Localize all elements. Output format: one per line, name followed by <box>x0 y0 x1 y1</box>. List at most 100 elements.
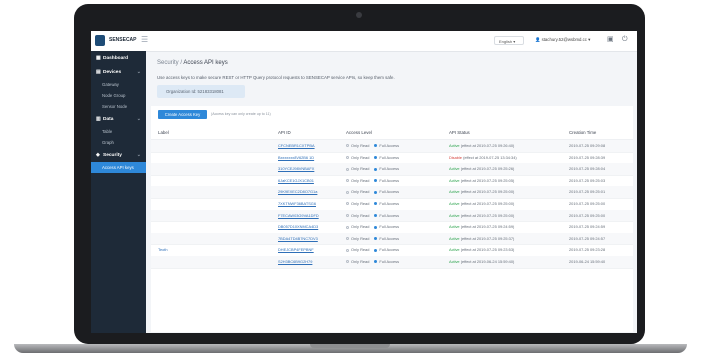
only-read-radio[interactable] <box>346 248 349 252</box>
language-select[interactable]: English ▾ <box>494 36 524 45</box>
sidebar-item-graph[interactable]: Graph <box>91 137 146 148</box>
sidebar-item-node-group[interactable]: Node Group <box>91 90 146 101</box>
access-option-label: Only Read <box>351 259 370 264</box>
breadcrumb-parent[interactable]: Security <box>157 60 179 66</box>
access-option-label: Only Read <box>351 212 370 218</box>
logout-icon[interactable]: ⏻ <box>622 36 628 44</box>
access-option-label: Only Read <box>351 154 370 160</box>
sidebar-item-table[interactable]: Table <box>91 126 146 137</box>
full-access-radio[interactable] <box>374 144 378 148</box>
full-access-radio[interactable] <box>374 214 378 218</box>
api-status: Active (effect at 2019-07-25 09:26:40) <box>449 143 514 148</box>
full-access-radio[interactable] <box>374 202 378 206</box>
chevron-down-icon: ⌄ <box>136 69 141 75</box>
sidebar-item-security[interactable]: ◈ Security ⌄ <box>91 148 146 162</box>
sidebar-item-devices[interactable]: ▤ Devices ⌄ <box>91 65 146 79</box>
api-id-link[interactable]: DHEJCBP4FEPBNF <box>278 247 314 252</box>
sidebar-item-data[interactable]: ▥ Data ⌄ <box>91 112 146 126</box>
sidebar-item-dashboard[interactable]: ▦ Dashboard <box>91 51 146 65</box>
status-badge[interactable]: Active <box>449 178 460 183</box>
status-badge[interactable]: Active <box>449 224 460 229</box>
brand-logo-icon[interactable] <box>95 35 105 46</box>
user-menu[interactable]: 👤 stachury.52@wsbmd.cc ▾ <box>535 37 590 43</box>
creation-time: 2019-07-25 09:25:01 <box>569 189 606 195</box>
status-effect-time: (effect at 2019-07-25 09:26:40) <box>460 143 515 148</box>
only-read-radio[interactable] <box>346 144 349 148</box>
access-option-label: Full Access <box>379 201 400 206</box>
api-id-link[interactable]: F7ECAW03G9VA1DFD <box>278 213 319 218</box>
access-option-label: Full Access <box>379 224 400 230</box>
access-option-label: Full Access <box>379 247 400 253</box>
sidebar-item-label: Table <box>102 129 113 134</box>
app-screen: SENSECAP ☰ English ▾ 👤 stachury.52@wsbmd… <box>91 31 637 333</box>
status-badge[interactable]: Active <box>449 201 460 206</box>
api-id-link[interactable]: 7BDA4TD4B7NC7DV3 <box>278 236 318 241</box>
sidebar-item-access-api-keys[interactable]: Access API keys <box>91 162 146 173</box>
full-access-radio[interactable] <box>374 167 378 171</box>
status-badge[interactable]: Active <box>449 166 460 171</box>
sidebar-item-label: Security <box>103 153 122 158</box>
column-header-creation-time: Creation Time <box>569 130 597 135</box>
create-access-key-button[interactable]: Create Access Key <box>158 110 207 119</box>
notification-icon[interactable]: ▣ <box>607 36 614 44</box>
sidebar-item-sensor-node[interactable]: Sensor Node <box>91 101 146 112</box>
sidebar-item-label: Graph <box>102 140 114 145</box>
column-header-api-status: API Status <box>449 130 470 135</box>
status-badge[interactable]: Active <box>449 189 460 194</box>
full-access-radio[interactable] <box>374 190 378 194</box>
full-access-radio[interactable] <box>374 156 378 160</box>
only-read-radio[interactable] <box>346 225 349 229</box>
access-option-label: Only Read <box>351 224 370 230</box>
access-option-label: Only Read <box>351 235 370 241</box>
security-icon: ◈ <box>96 152 100 158</box>
access-option-label: Full Access <box>379 166 400 172</box>
creation-time: 2019-06-24 15:59:40 <box>569 259 606 264</box>
access-option-label: Full Access <box>379 235 400 241</box>
access-level: Only Read Full Access <box>346 224 404 229</box>
access-option-label: Only Read <box>351 189 370 195</box>
laptop-notch <box>310 344 390 348</box>
only-read-radio[interactable] <box>346 237 349 241</box>
api-id-link[interactable]: Bxxxxxxx8V62B6 1D <box>278 155 314 160</box>
only-read-radio[interactable] <box>346 156 349 160</box>
api-id-link[interactable]: S2H3BC6B9G2H79 <box>278 259 312 264</box>
status-badge[interactable]: Disable <box>449 155 462 160</box>
row-label[interactable]: Teoth <box>158 247 168 252</box>
api-status: Active (effect at 2019-07-25 09:24:59) <box>449 224 514 229</box>
status-badge[interactable]: Active <box>449 143 460 148</box>
full-access-radio[interactable] <box>374 248 378 252</box>
sidebar-item-gateway[interactable]: Gateway <box>91 79 146 90</box>
menu-toggle-icon[interactable]: ☰ <box>141 36 148 44</box>
full-access-radio[interactable] <box>374 225 378 229</box>
api-status: Active (effect at 2019-07-25 09:23:53) <box>449 247 514 252</box>
api-status: Active (effect at 2019-07-25 09:25:37) <box>449 236 514 241</box>
access-level: Only Read Full Access <box>346 189 404 194</box>
api-id-link[interactable]: DB057D10XNMCA4D3 <box>278 224 318 229</box>
full-access-radio[interactable] <box>374 179 378 183</box>
full-access-radio[interactable] <box>374 260 378 264</box>
status-effect-time: (effect at 2019-07-25 09:25:00) <box>460 189 515 195</box>
status-badge[interactable]: Active <box>449 247 460 252</box>
only-read-radio[interactable] <box>346 260 349 264</box>
only-read-radio[interactable] <box>346 179 349 183</box>
api-id-link[interactable]: 7XKTNWF36BATSG6 <box>278 201 316 206</box>
api-id-link[interactable]: 6JaKCE1GJX1CB01 <box>278 178 314 183</box>
only-read-radio[interactable] <box>346 202 349 206</box>
status-badge[interactable]: Active <box>449 213 460 218</box>
full-access-radio[interactable] <box>374 237 378 241</box>
api-id-link[interactable]: 29K9EXEC2D8O7G1a <box>278 189 317 194</box>
access-option-label: Only Read <box>351 177 370 183</box>
api-status: Active (effect at 2019-07-25 09:25:05) <box>449 178 514 183</box>
only-read-radio[interactable] <box>346 167 349 171</box>
status-effect-time: (effect at 2019-07-25 09:25:05) <box>460 177 515 183</box>
organization-id: Organization Id: 52183318081 <box>157 85 245 98</box>
api-id-link[interactable]: 310YCEJ98VNBAFX <box>278 166 314 171</box>
creation-time: 2019-07-25 09:24:57 <box>569 235 606 241</box>
only-read-radio[interactable] <box>346 190 349 194</box>
access-option-label: Full Access <box>379 143 400 148</box>
status-badge[interactable]: Active <box>449 259 460 264</box>
creation-time: 2019-07-25 09:28:04 <box>569 166 606 172</box>
api-id-link[interactable]: CFCNEBR1CXTPBA <box>278 143 315 148</box>
status-badge[interactable]: Active <box>449 236 460 241</box>
only-read-radio[interactable] <box>346 214 349 218</box>
